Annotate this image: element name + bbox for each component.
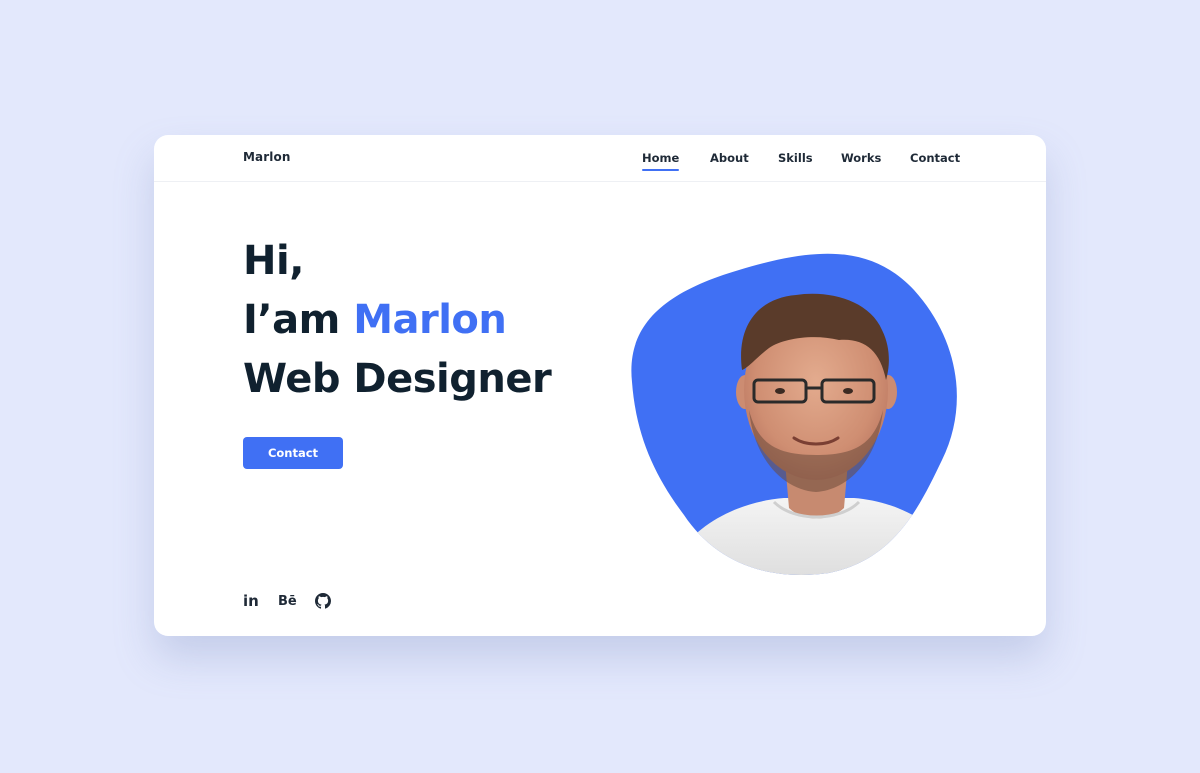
contact-button[interactable]: Contact	[243, 437, 343, 469]
hero-image	[624, 240, 969, 575]
hero-intro-prefix: I’am	[243, 297, 354, 343]
main-nav: Home About Skills Works Contact	[154, 151, 1046, 175]
nav-item-skills[interactable]: Skills	[778, 151, 813, 165]
profile-photo	[631, 253, 957, 575]
portfolio-card: Marlon Home About Skills Works Contact H…	[154, 135, 1046, 636]
hero-greeting: Hi,	[243, 238, 304, 284]
hero-intro: I’am Marlon	[243, 297, 507, 343]
hero-name: Marlon	[353, 297, 507, 343]
nav-item-works[interactable]: Works	[841, 151, 881, 165]
linkedin-icon[interactable]: in	[243, 592, 259, 610]
hero-role: Web Designer	[243, 356, 552, 402]
github-icon[interactable]	[315, 593, 331, 611]
site-header: Marlon Home About Skills Works Contact	[154, 135, 1046, 182]
nav-item-about[interactable]: About	[710, 151, 749, 165]
nav-item-home[interactable]: Home	[642, 151, 680, 171]
nav-item-contact[interactable]: Contact	[910, 151, 960, 165]
behance-icon[interactable]: Bē	[278, 594, 297, 612]
